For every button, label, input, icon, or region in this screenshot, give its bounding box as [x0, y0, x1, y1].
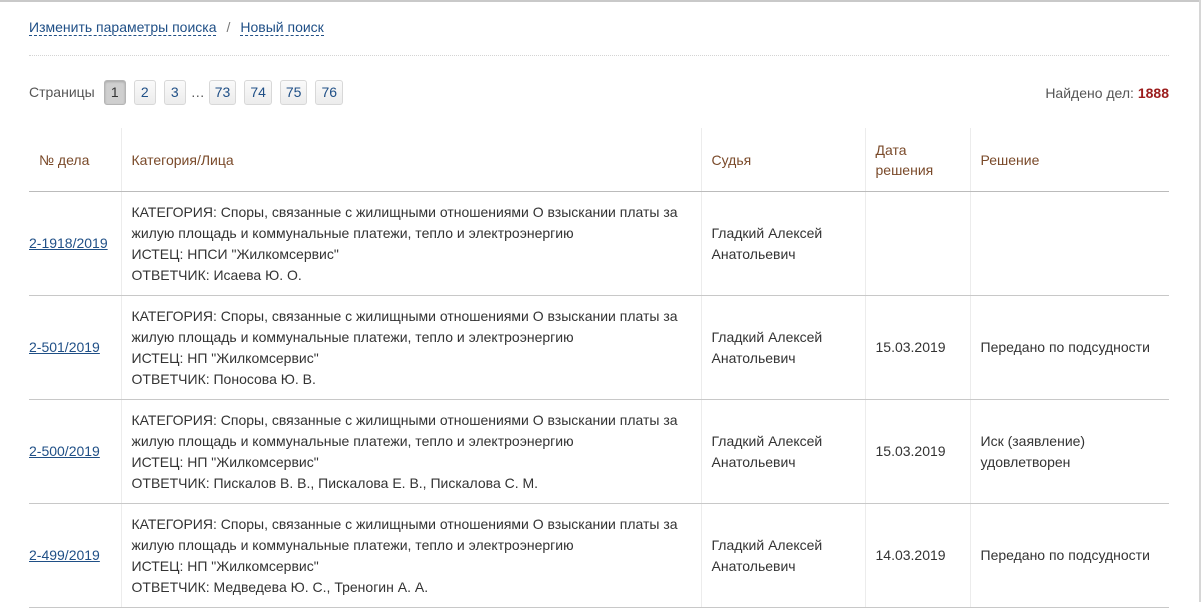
case-number-link[interactable]: 2-499/2019 [29, 547, 100, 563]
page-74-button[interactable]: 74 [244, 79, 272, 105]
case-judge: Гладкий Алексей Анатольевич [700, 503, 865, 608]
case-decision: Иск (заявление) удовлетворен [969, 399, 1169, 504]
pagination-label: Страницы [29, 84, 95, 100]
case-date: 14.03.2019 [864, 503, 970, 608]
case-defendant: ОТВЕТЧИК: Пискалов В. В., Пискалова Е. В… [131, 474, 539, 491]
case-decision: Передано по подсудности [969, 295, 1169, 400]
case-number-link[interactable]: 2-501/2019 [29, 339, 100, 355]
case-date: 15.03.2019 [864, 295, 970, 400]
header-decision: Решение [969, 128, 1169, 192]
divider [29, 55, 1169, 56]
table-row: 2-1918/2019 КАТЕГОРИЯ: Споры, связанные … [29, 191, 1169, 296]
case-decision [969, 191, 1169, 296]
case-category: КАТЕГОРИЯ: Споры, связанные с жилищными … [131, 411, 678, 449]
case-number-link[interactable]: 2-500/2019 [29, 443, 100, 459]
case-date: 15.03.2019 [864, 399, 970, 504]
case-judge: Гладкий Алексей Анатольевич [700, 191, 865, 296]
page-73-button[interactable]: 73 [208, 79, 237, 105]
case-category: КАТЕГОРИЯ: Споры, связанные с жилищными … [131, 203, 678, 241]
pagination-ellipsis: … [190, 84, 205, 100]
case-plaintiff: ИСТЕЦ: НПСИ "Жилкомсервис" [131, 245, 339, 262]
cases-table: № дела Категория/Лица Судья Дата решения… [29, 128, 1169, 608]
case-plaintiff: ИСТЕЦ: НП "Жилкомсервис" [131, 557, 319, 574]
header-category: Категория/Лица [120, 128, 701, 192]
nav-separator: / [226, 19, 231, 35]
table-row: 2-500/2019 КАТЕГОРИЯ: Споры, связанные с… [29, 399, 1169, 504]
top-border [0, 0, 1201, 2]
table-row: 2-501/2019 КАТЕГОРИЯ: Споры, связанные с… [29, 295, 1169, 400]
case-defendant: ОТВЕТЧИК: Поносова Ю. В. [131, 370, 316, 387]
results-count: Найдено дел: 1888 [1045, 85, 1169, 101]
case-category: КАТЕГОРИЯ: Споры, связанные с жилищными … [131, 515, 678, 553]
table-row: 2-499/2019 КАТЕГОРИЯ: Споры, связанные с… [29, 503, 1169, 608]
case-defendant: ОТВЕТЧИК: Медведева Ю. С., Треногин А. А… [131, 578, 429, 595]
case-number-link[interactable]: 2-1918/2019 [29, 235, 108, 251]
page-75-button[interactable]: 75 [279, 79, 308, 105]
case-judge: Гладкий Алексей Анатольевич [700, 295, 865, 400]
case-date [864, 191, 970, 296]
case-defendant: ОТВЕТЧИК: Исаева Ю. О. [131, 266, 302, 283]
case-decision: Передано по подсудности [969, 503, 1169, 608]
new-search-link[interactable]: Новый поиск [240, 19, 324, 36]
table-header-row: № дела Категория/Лица Судья Дата решения… [29, 128, 1169, 192]
results-count-label: Найдено дел: [1045, 85, 1134, 101]
page-76-button[interactable]: 76 [315, 79, 344, 105]
case-judge: Гладкий Алексей Анатольевич [700, 399, 865, 504]
page-3-button[interactable]: 3 [163, 79, 186, 105]
header-decision-date: Дата решения [864, 128, 970, 192]
pagination: Страницы 1 2 3 … 73 74 75 76 [29, 79, 351, 105]
search-nav: Изменить параметры поиска / Новый поиск [29, 17, 324, 37]
header-case-number: № дела [29, 128, 121, 192]
page-2-button[interactable]: 2 [133, 79, 156, 105]
page-1-button[interactable]: 1 [103, 79, 126, 105]
case-plaintiff: ИСТЕЦ: НП "Жилкомсервис" [131, 453, 319, 470]
modify-search-link[interactable]: Изменить параметры поиска [29, 19, 217, 36]
header-judge: Судья [700, 128, 865, 192]
case-category: КАТЕГОРИЯ: Споры, связанные с жилищными … [131, 307, 678, 345]
case-plaintiff: ИСТЕЦ: НП "Жилкомсервис" [131, 349, 319, 366]
results-count-value: 1888 [1137, 85, 1169, 101]
